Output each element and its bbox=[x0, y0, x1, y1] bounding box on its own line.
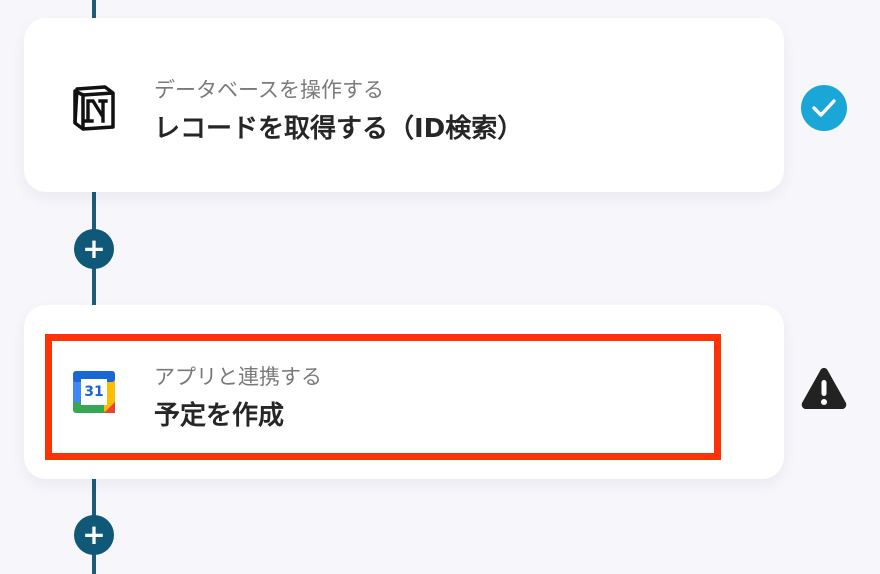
warning-icon bbox=[800, 364, 848, 412]
add-step-button[interactable]: + bbox=[74, 515, 114, 555]
add-step-button[interactable]: + bbox=[74, 229, 114, 269]
step-title: 予定を作成 bbox=[154, 401, 285, 431]
highlight-box bbox=[45, 334, 721, 460]
step-title: レコードを取得する（ID検索） bbox=[154, 114, 524, 144]
plus-icon: + bbox=[82, 232, 106, 265]
notion-icon bbox=[68, 82, 120, 134]
calendar-number: 31 bbox=[84, 384, 104, 400]
check-icon bbox=[800, 84, 848, 132]
plus-icon: + bbox=[82, 518, 106, 551]
google-calendar-icon: 31 bbox=[70, 368, 118, 416]
flow-connector-line bbox=[92, 0, 96, 18]
step-subtitle: データベースを操作する bbox=[154, 78, 384, 102]
step-subtitle: アプリと連携する bbox=[154, 365, 322, 389]
flow-step-card-notion[interactable] bbox=[24, 18, 784, 192]
